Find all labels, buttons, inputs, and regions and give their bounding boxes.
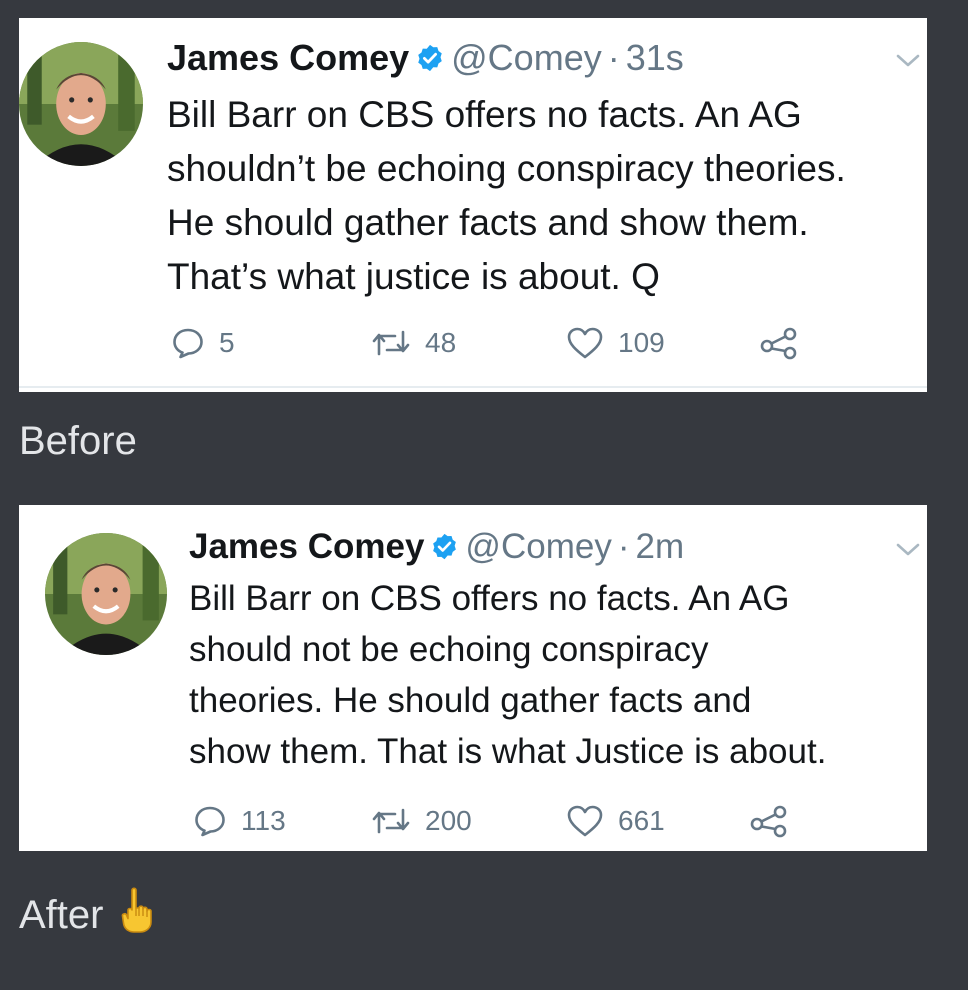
retweet-icon — [372, 330, 410, 356]
heart-icon — [567, 327, 603, 359]
chevron-down-icon[interactable] — [895, 539, 921, 564]
tweet-text-line: That’s what justice is about. Q — [167, 256, 660, 297]
retweet-count: 48 — [425, 327, 457, 358]
share-button[interactable] — [749, 801, 789, 841]
user-handle[interactable]: @Comey — [465, 527, 611, 566]
like-count: 661 — [618, 805, 665, 836]
like-count: 109 — [618, 327, 665, 358]
retweet-icon — [372, 808, 410, 834]
reply-icon — [173, 328, 203, 359]
reply-count: 5 — [219, 327, 235, 358]
tweet-card-before[interactable]: James Comey @Comey · 31s Bill Barr on CBS o… — [19, 18, 927, 392]
retweet-button[interactable]: 200 — [371, 801, 472, 841]
divider — [19, 386, 927, 388]
display-name[interactable]: James Comey — [167, 37, 409, 78]
like-button[interactable]: 109 — [566, 323, 665, 363]
separator-dot: · — [607, 37, 620, 78]
pointing-up-hand-icon — [117, 886, 157, 945]
verified-badge-icon — [430, 528, 459, 572]
share-icon — [750, 805, 787, 838]
timestamp[interactable]: 2m — [635, 527, 684, 566]
reply-button[interactable]: 5 — [171, 323, 235, 363]
tweet-text-line: shouldn’t be echoing conspiracy theories… — [167, 148, 846, 189]
tweet-text-line: Bill Barr on CBS offers no facts. An AG — [189, 579, 790, 618]
tweet-text: Bill Barr on CBS offers no facts. An AG … — [189, 573, 826, 777]
share-icon — [760, 327, 797, 360]
tweet-text-line: He should gather facts and show them. — [167, 202, 809, 243]
reply-icon — [195, 806, 225, 837]
separator-dot: · — [617, 527, 630, 566]
reply-button[interactable]: 113 — [193, 801, 286, 841]
retweet-button[interactable]: 48 — [371, 323, 456, 363]
tweet-text-line: should not be echoing conspiracy — [189, 630, 709, 669]
timestamp[interactable]: 31s — [626, 37, 684, 78]
tweet-header: James Comey @Comey · 2m — [189, 525, 684, 572]
tweet-actions: 5 48 109 — [19, 323, 927, 363]
share-button[interactable] — [759, 323, 799, 363]
avatar-photo — [19, 42, 143, 166]
heart-icon — [567, 805, 603, 837]
like-button[interactable]: 661 — [566, 801, 665, 841]
avatar[interactable] — [45, 533, 167, 655]
display-name[interactable]: James Comey — [189, 527, 424, 566]
chevron-down-icon[interactable] — [895, 50, 921, 75]
tweet-actions: 113 200 661 — [19, 801, 927, 841]
tweet-text-line: Bill Barr on CBS offers no facts. An AG — [167, 94, 802, 135]
tweet-text: Bill Barr on CBS offers no facts. An AG … — [167, 88, 846, 304]
tweet-text-line: theories. He should gather facts and — [189, 681, 752, 720]
user-handle[interactable]: @Comey — [451, 37, 602, 78]
tweet-header: James Comey @Comey · 31s — [167, 36, 684, 83]
avatar[interactable] — [19, 42, 143, 166]
retweet-count: 200 — [425, 805, 472, 836]
caption-before: Before — [19, 419, 137, 463]
caption-after: After — [19, 886, 157, 945]
tweet-card-after[interactable]: James Comey @Comey · 2m Bill Barr on CBS of… — [19, 505, 927, 851]
reply-count: 113 — [241, 805, 286, 836]
caption-after-text: After — [19, 893, 104, 937]
verified-badge-icon — [415, 39, 445, 83]
tweet-text-line: show them. That is what Justice is about… — [189, 732, 827, 771]
avatar-photo — [45, 533, 167, 655]
